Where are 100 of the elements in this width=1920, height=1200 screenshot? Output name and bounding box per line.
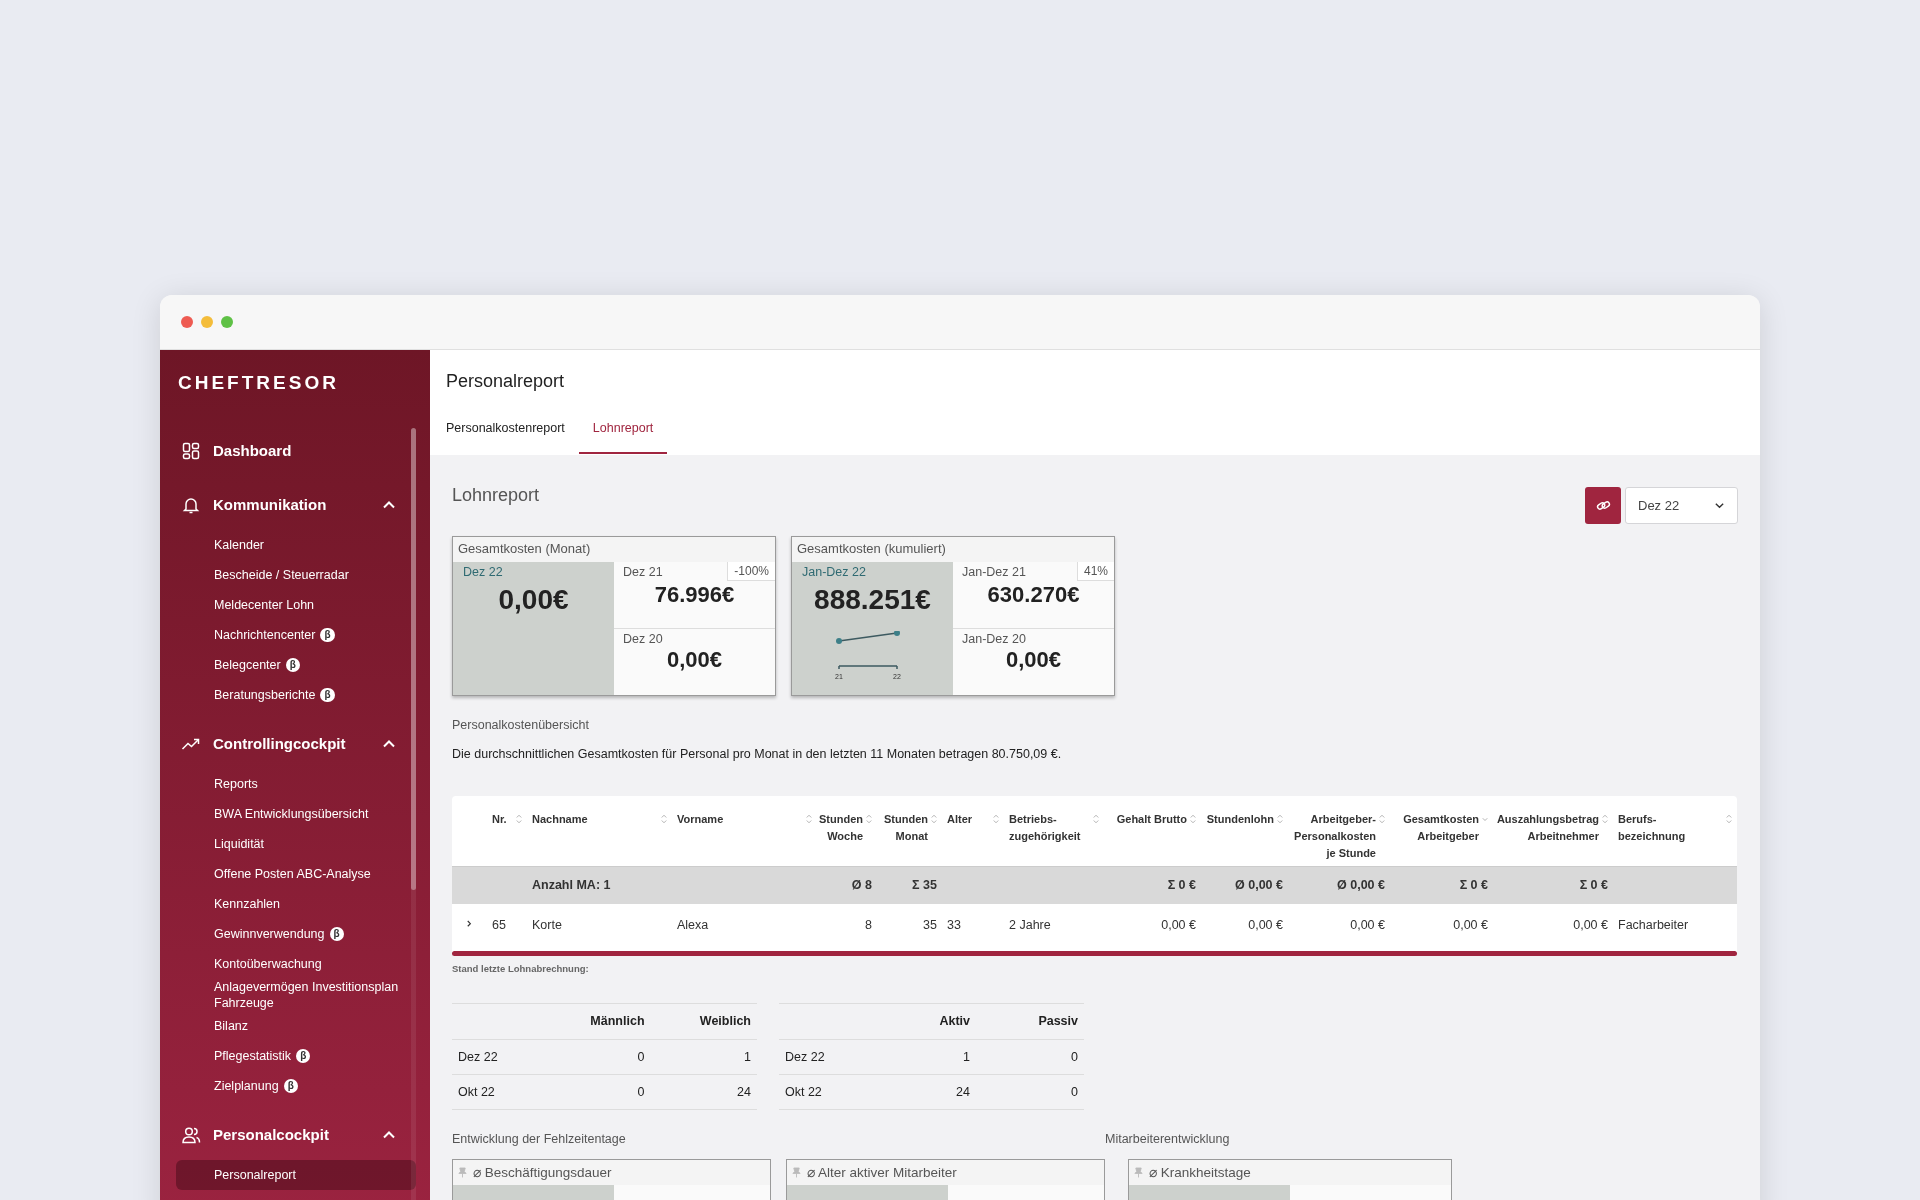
summary-cell: Σ 0 €	[1579, 878, 1608, 892]
kpi-value: 0,00€	[497, 584, 570, 616]
chevron-down-icon	[1714, 500, 1725, 511]
zoom-button[interactable]	[221, 316, 233, 328]
sort-icon[interactable]	[516, 814, 522, 824]
sort-icon[interactable]	[866, 814, 872, 824]
change-percent: -100%	[727, 562, 775, 581]
section-label: Mitarbeiterentwicklung	[1105, 1131, 1230, 1146]
sort-icon[interactable]	[931, 814, 937, 824]
pin-icon[interactable]	[792, 1166, 801, 1178]
nav-item[interactable]: Zielplanung β	[176, 1071, 416, 1101]
period-label: Dez 22	[463, 565, 504, 579]
summary-cell: Σ 0 €	[1167, 878, 1196, 892]
period-label: Dez 20	[622, 631, 663, 646]
beta-badge: β	[329, 927, 344, 941]
column-header[interactable]: Gehalt Brutto	[1116, 811, 1187, 828]
section-label: Entwicklung der Fehlzeitentage	[452, 1131, 626, 1146]
sort-icon[interactable]	[993, 814, 999, 824]
card-title: ⌀ Alter aktiver Mitarbeiter	[807, 1164, 957, 1180]
nav-item[interactable]: Meldecenter Lohn	[176, 590, 416, 620]
card-title: Gesamtkosten (Monat)	[457, 540, 592, 558]
column-header[interactable]: Auszahlungsbetrag Arbeitnehmer	[1496, 811, 1599, 845]
column-header[interactable]: Stundenlohn	[1206, 811, 1274, 828]
period-dropdown[interactable]: Dez 22	[1625, 487, 1738, 524]
column-header: Männlich	[590, 1014, 645, 1028]
column-header[interactable]: Nr.	[492, 811, 507, 828]
column-header[interactable]: Stunden Monat	[884, 811, 928, 845]
period-label: Dez 21	[622, 564, 663, 579]
table-cell: 0,00 €	[1161, 917, 1196, 932]
column-header[interactable]: Berufs- bezeichnung	[1618, 811, 1686, 845]
nav-section[interactable]: Controllingcockpit	[213, 735, 382, 752]
tab[interactable]: Lohnreport	[578, 415, 668, 454]
column-header[interactable]: Vorname	[677, 811, 724, 828]
sort-icon[interactable]	[1277, 814, 1283, 824]
column-header[interactable]: Alter	[947, 811, 973, 828]
nav-item[interactable]: Pflegestatistik β	[176, 1041, 416, 1071]
nav-item[interactable]: Anlagevermögen Investitionsplan Fahrzeuge	[176, 979, 416, 1011]
column-header[interactable]: Gesamtkosten Arbeitgeber	[1403, 811, 1479, 845]
nav-item[interactable]: Nachrichtencenter β	[176, 620, 416, 650]
nav-item[interactable]: Liquidität	[176, 829, 416, 859]
nav-item[interactable]: Beratungsberichte β	[176, 680, 416, 710]
sort-icon[interactable]	[1602, 814, 1608, 824]
change-percent: 41%	[1076, 562, 1114, 581]
table-cell: Facharbeiter	[1618, 917, 1689, 932]
column-header[interactable]: Arbeitgeber- Personalkosten je Stunde	[1294, 811, 1376, 862]
period-label: Jan-Dez 21	[961, 564, 1026, 579]
summary-cell: Ø 8	[851, 878, 872, 892]
sort-icon[interactable]	[1093, 814, 1099, 824]
minimize-button[interactable]	[201, 316, 213, 328]
scrollbar[interactable]	[411, 428, 416, 890]
nav-item[interactable]: Kennzahlen	[176, 889, 416, 919]
sort-icon[interactable]	[1379, 814, 1385, 824]
nav-section[interactable]: Kommunikation	[213, 496, 382, 513]
nav-item[interactable]: Offene Posten ABC-Analyse	[176, 859, 416, 889]
sort-icon[interactable]	[1190, 814, 1196, 824]
table-cell: 0	[1071, 1049, 1078, 1064]
nav-item[interactable]: Bilanz	[176, 1011, 416, 1041]
column-header: Aktiv	[939, 1014, 970, 1028]
column-header: Passiv	[1038, 1014, 1078, 1028]
close-button[interactable]	[181, 316, 193, 328]
kpi-value: 76.996€	[653, 582, 736, 608]
column-header[interactable]: Betriebs- zugehörigkeit	[1009, 811, 1081, 845]
tab[interactable]: Personalkostenreport	[432, 415, 579, 454]
pin-icon[interactable]	[1134, 1166, 1143, 1178]
table-cell: 2 Jahre	[1009, 917, 1051, 932]
summary-cell: Σ 0 €	[1459, 878, 1488, 892]
table-cell: 24	[737, 1084, 751, 1099]
table-cell: Okt 22	[785, 1084, 822, 1099]
summary-cell: Ø 0,00 €	[1235, 878, 1283, 892]
summary-cell: Anzahl MA: 1	[532, 878, 611, 892]
expand-icon[interactable]	[466, 919, 473, 929]
column-header[interactable]: Nachname	[532, 811, 588, 828]
nav-item[interactable]: BWA Entwicklungsübersicht	[176, 799, 416, 829]
table-cell: 0,00 €	[1453, 917, 1488, 932]
page-title: Personalreport	[445, 371, 565, 392]
table-cell: 1	[744, 1049, 751, 1064]
nav-item[interactable]: Kalender	[176, 530, 416, 560]
section-label: Personalkostenübersicht	[452, 718, 589, 732]
column-header: Weiblich	[699, 1014, 751, 1028]
pin-icon[interactable]	[458, 1166, 467, 1178]
period-label: Jan-Dez 20	[961, 631, 1026, 646]
nav-item[interactable]: Belegcenter β	[176, 650, 416, 680]
table-cell: Korte	[532, 917, 562, 932]
nav-item[interactable]: Reports	[176, 769, 416, 799]
sort-icon[interactable]	[806, 814, 812, 824]
kpi-value: 630.270€	[986, 582, 1081, 608]
nav-item[interactable]: Kontoüberwachung	[176, 949, 416, 979]
nav-section[interactable]: Personalcockpit	[213, 1126, 382, 1143]
sort-icon[interactable]	[661, 814, 667, 824]
kpi-value: 0,00€	[665, 647, 724, 673]
column-header[interactable]: Stunden Woche	[819, 811, 863, 845]
card-title: ⌀ Beschäftigungsdauer	[473, 1164, 612, 1180]
table-cell: Alexa	[677, 917, 709, 932]
nav-section[interactable]: Dashboard	[213, 442, 396, 459]
link-button[interactable]	[1585, 487, 1621, 524]
sort-icon[interactable]	[1726, 814, 1732, 824]
table-cell: 35	[923, 917, 937, 932]
nav-item[interactable]: Bescheide / Steuerradar	[176, 560, 416, 590]
summary-text: Die durchschnittlichen Gesamtkosten für Personal pro Monat in den letzten 11 Monaten betragen 80.750,09 €.	[452, 747, 1062, 761]
nav-item[interactable]: Gewinnverwendung β	[176, 919, 416, 949]
